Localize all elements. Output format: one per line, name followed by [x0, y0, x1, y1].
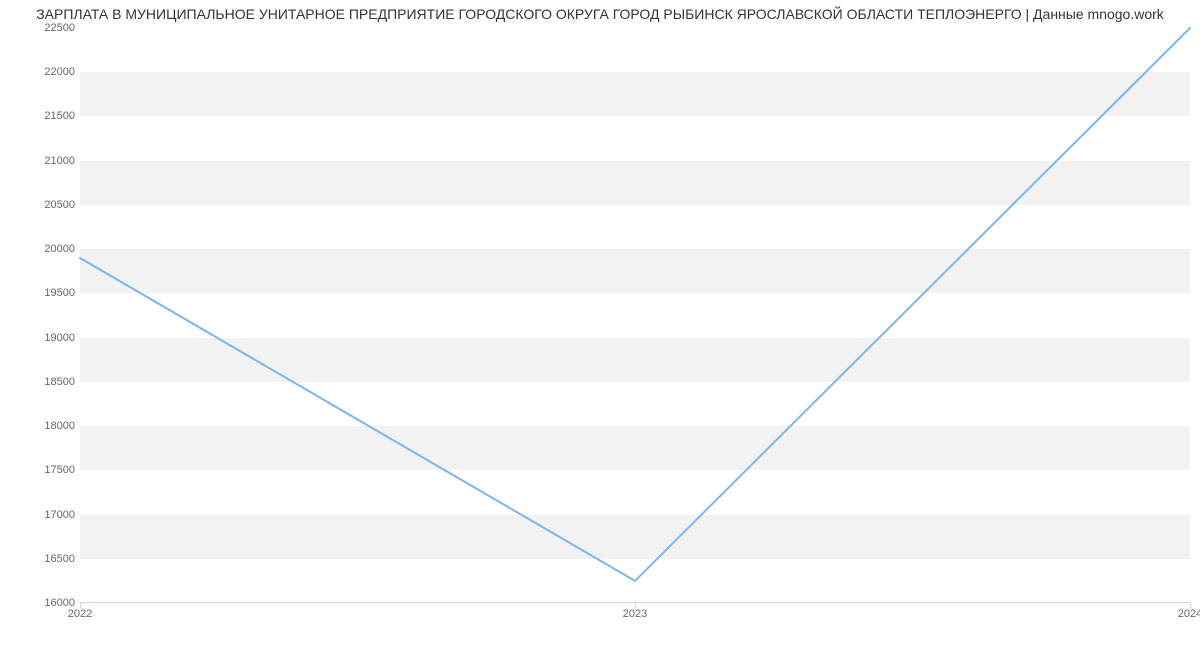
y-tick-label: 20500: [15, 199, 75, 211]
y-tick-label: 16500: [15, 553, 75, 565]
y-tick-label: 21000: [15, 155, 75, 167]
y-tick-label: 18500: [15, 376, 75, 388]
x-tick-label: 2024: [1178, 608, 1200, 620]
chart-title: ЗАРПЛАТА В МУНИЦИПАЛЬНОЕ УНИТАРНОЕ ПРЕДП…: [0, 6, 1200, 22]
y-tick-label: 17000: [15, 509, 75, 521]
y-tick-label: 22000: [15, 66, 75, 78]
y-tick-label: 20000: [15, 243, 75, 255]
y-tick-label: 16000: [15, 597, 75, 609]
y-tick-label: 21500: [15, 110, 75, 122]
y-tick-label: 18000: [15, 420, 75, 432]
y-tick-label: 19000: [15, 332, 75, 344]
line-series: [80, 28, 1190, 603]
y-tick-label: 17500: [15, 464, 75, 476]
x-tick-label: 2022: [68, 608, 92, 620]
plot-area: [80, 28, 1190, 603]
y-tick-label: 22500: [15, 22, 75, 34]
x-tick-label: 2023: [623, 608, 647, 620]
y-tick-label: 19500: [15, 287, 75, 299]
